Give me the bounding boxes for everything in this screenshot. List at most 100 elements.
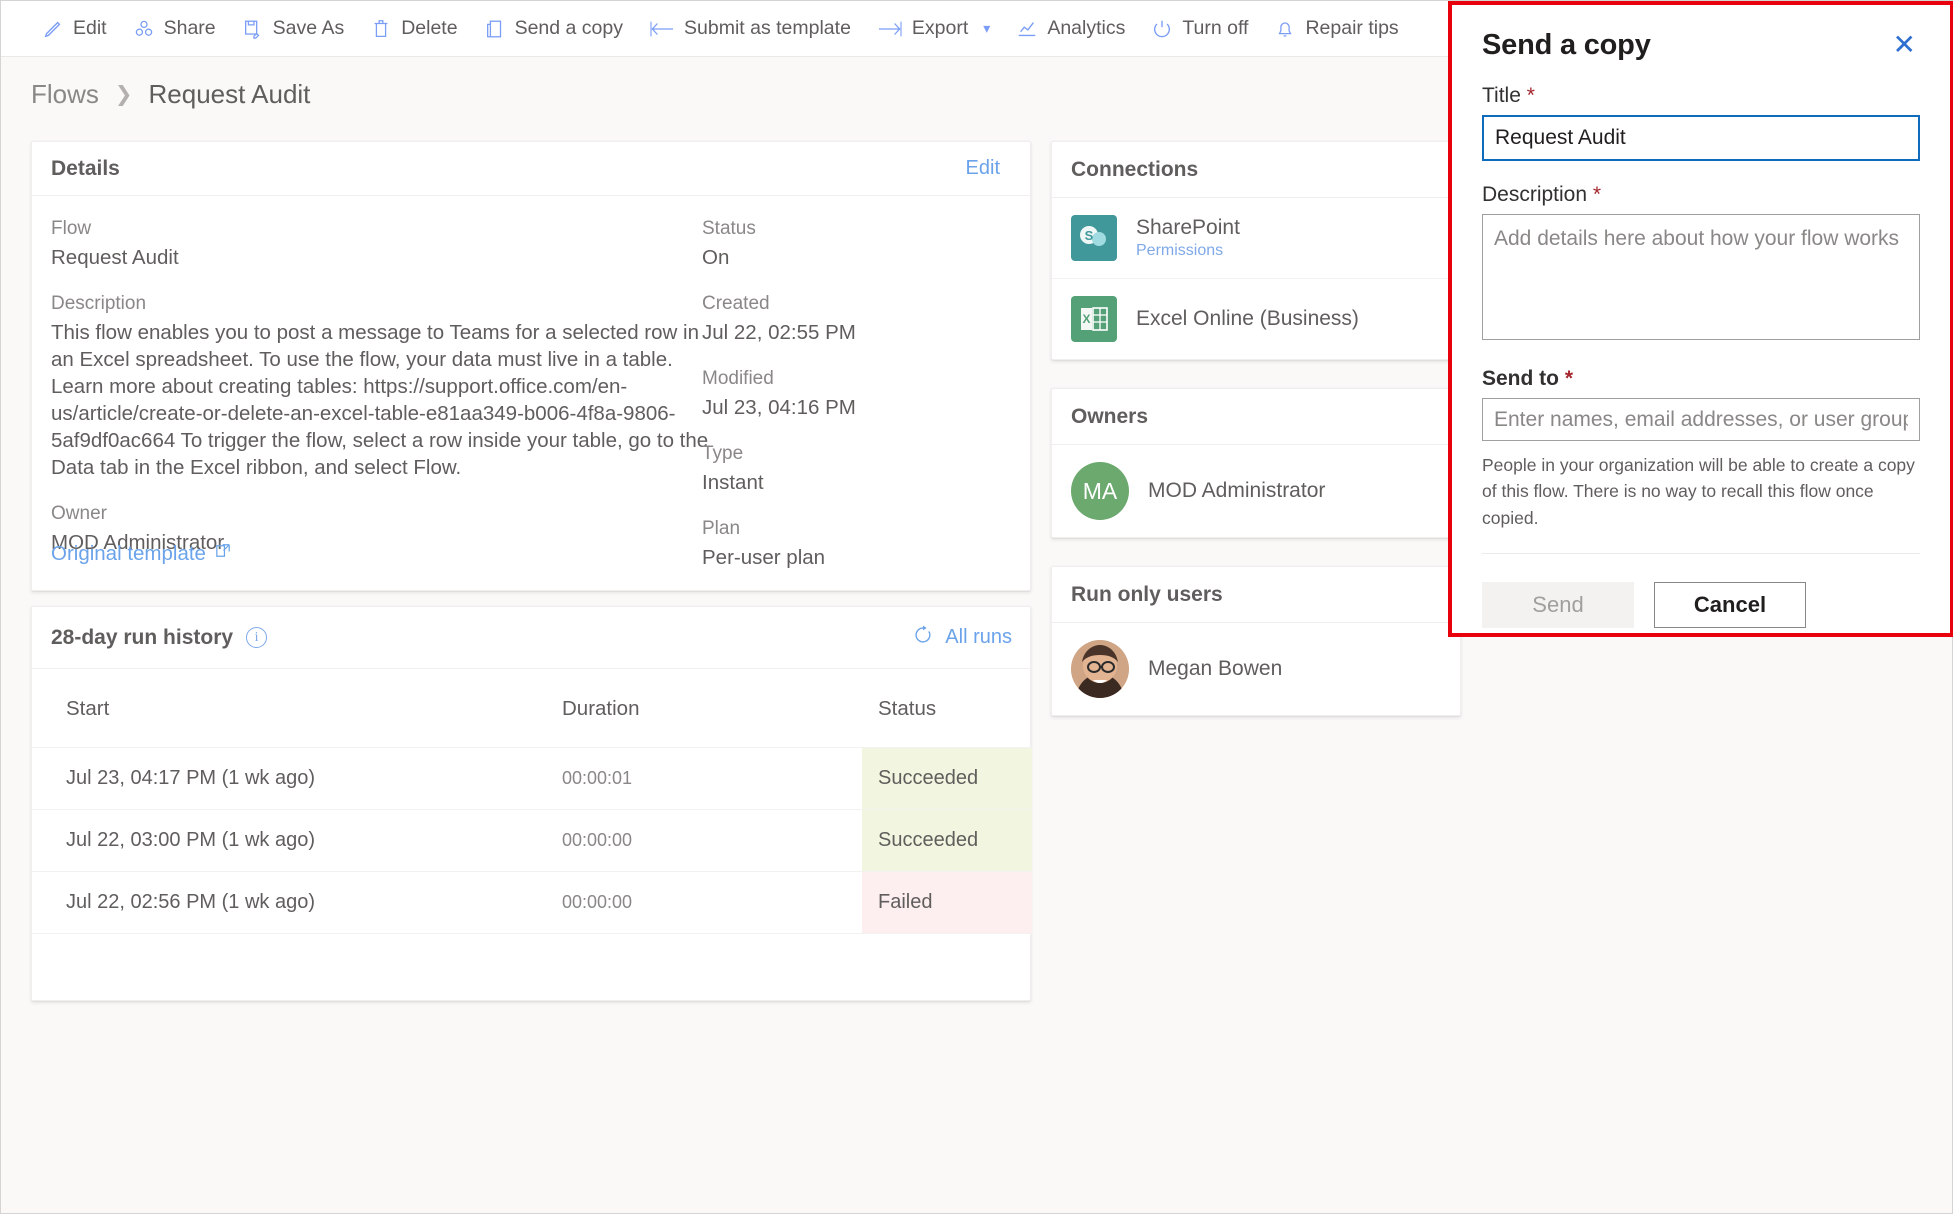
- run-only-user-item[interactable]: Megan Bowen: [1052, 623, 1460, 715]
- cancel-button[interactable]: Cancel: [1654, 581, 1806, 628]
- repair-tips-label: Repair tips: [1305, 17, 1399, 39]
- column-header-start[interactable]: Start: [32, 669, 562, 748]
- table-row[interactable]: Jul 23, 04:17 PM (1 wk ago) 00:00:01 Suc…: [32, 747, 1032, 810]
- run-only-user-name: Megan Bowen: [1148, 657, 1283, 680]
- field-flow: Flow Request Audit: [51, 218, 711, 271]
- column-header-duration[interactable]: Duration: [562, 669, 862, 748]
- export-button[interactable]: Export ▾: [864, 9, 1003, 49]
- cell-start: Jul 22, 03:00 PM (1 wk ago): [32, 809, 562, 872]
- pencil-icon: [42, 18, 64, 40]
- original-template-link[interactable]: Original template: [51, 541, 233, 566]
- send-button[interactable]: Send: [1482, 581, 1634, 628]
- analytics-label: Analytics: [1047, 17, 1126, 39]
- avatar: [1071, 640, 1129, 698]
- panel-actions: Send Cancel: [1482, 581, 1920, 628]
- share-label: Share: [163, 17, 216, 39]
- status-badge: Succeeded: [862, 747, 1032, 810]
- svg-text:S: S: [1085, 228, 1094, 243]
- turn-off-label: Turn off: [1182, 17, 1249, 39]
- all-runs-link[interactable]: All runs: [912, 624, 1012, 652]
- page-title: Request Audit: [148, 78, 311, 109]
- all-runs-label: All runs: [945, 626, 1012, 648]
- save-as-button[interactable]: Save As: [229, 9, 358, 49]
- details-edit-link[interactable]: Edit: [966, 157, 1000, 180]
- run-history-card: 28-day run history i All runs Start Dura…: [31, 606, 1032, 1001]
- field-plan: Plan Per-user plan: [702, 518, 1002, 571]
- field-created-value: Jul 22, 02:55 PM: [702, 321, 856, 345]
- submit-arrow-icon: [649, 18, 675, 40]
- share-button[interactable]: Share: [120, 9, 229, 49]
- excel-icon: X: [1071, 296, 1117, 342]
- column-header-status[interactable]: Status: [862, 669, 1032, 748]
- details-title: Details: [51, 156, 120, 180]
- field-status: Status On: [702, 218, 1002, 271]
- trash-icon: [370, 18, 392, 40]
- table-header-row: Start Duration Status: [32, 669, 1032, 748]
- save-as-label: Save As: [272, 17, 345, 39]
- edit-button[interactable]: Edit: [29, 9, 120, 49]
- analytics-button[interactable]: Analytics: [1003, 9, 1138, 49]
- run-history-table: Start Duration Status Jul 23, 04:17 PM (…: [32, 669, 1032, 934]
- field-description: Description This flow enables you to pos…: [51, 293, 711, 481]
- description-input[interactable]: [1482, 214, 1920, 340]
- description-field-label: Description *: [1482, 183, 1920, 207]
- owner-item[interactable]: MA MOD Administrator: [1052, 445, 1460, 537]
- panel-header: Send a copy ✕: [1482, 29, 1920, 62]
- export-label: Export: [911, 17, 969, 39]
- required-asterisk: *: [1564, 367, 1574, 390]
- field-type: Type Instant: [702, 443, 1002, 496]
- app-window: Edit Share Save As Delete Send a copy Su…: [0, 0, 1953, 1214]
- run-only-users-title: Run only users: [1071, 582, 1223, 606]
- title-field-label: Title *: [1482, 84, 1920, 108]
- send-a-copy-label: Send a copy: [514, 17, 623, 39]
- connection-text-group: SharePoint Permissions: [1136, 216, 1240, 260]
- delete-label: Delete: [401, 17, 458, 39]
- submit-as-template-label: Submit as template: [684, 17, 851, 39]
- connection-item-excel[interactable]: X Excel Online (Business): [1052, 279, 1460, 359]
- connection-permissions-link[interactable]: Permissions: [1136, 242, 1240, 260]
- repair-tips-button[interactable]: Repair tips: [1261, 9, 1411, 49]
- connections-header: Connections: [1052, 142, 1460, 198]
- divider: [1482, 552, 1920, 554]
- connection-item-sharepoint[interactable]: S SharePoint Permissions: [1052, 198, 1460, 279]
- save-as-icon: [242, 18, 264, 40]
- chevron-right-icon: ❯: [114, 82, 133, 106]
- table-row[interactable]: Jul 22, 03:00 PM (1 wk ago) 00:00:00 Suc…: [32, 809, 1032, 872]
- field-description-label: Description: [51, 293, 147, 315]
- info-icon[interactable]: i: [246, 627, 268, 648]
- run-only-users-header: Run only users: [1052, 567, 1460, 623]
- run-history-thead: Start Duration Status: [32, 669, 1032, 748]
- owners-header: Owners: [1052, 389, 1460, 445]
- status-badge: Failed: [862, 871, 1032, 934]
- delete-button[interactable]: Delete: [357, 9, 470, 49]
- field-modified-label: Modified: [702, 368, 774, 390]
- field-plan-value: Per-user plan: [702, 546, 826, 570]
- field-created-label: Created: [702, 293, 770, 315]
- turn-off-button[interactable]: Turn off: [1138, 9, 1261, 49]
- cell-start: Jul 23, 04:17 PM (1 wk ago): [32, 747, 562, 810]
- field-modified-value: Jul 23, 04:16 PM: [702, 396, 856, 420]
- share-icon: [133, 18, 155, 40]
- cell-start: Jul 22, 02:56 PM (1 wk ago): [32, 871, 562, 934]
- send-a-copy-button[interactable]: Send a copy: [471, 9, 636, 49]
- field-flow-label: Flow: [51, 218, 92, 239]
- details-card: Details Edit Flow Request Audit Descript…: [31, 141, 1031, 591]
- submit-as-template-button[interactable]: Submit as template: [636, 9, 864, 49]
- run-history-header: 28-day run history i All runs: [32, 607, 1030, 669]
- close-icon[interactable]: ✕: [1889, 29, 1920, 61]
- avatar: MA: [1071, 462, 1129, 520]
- connections-title: Connections: [1071, 157, 1199, 181]
- refresh-icon: [912, 624, 934, 652]
- field-plan-label: Plan: [702, 518, 741, 540]
- connections-card: Connections S SharePoint Permissions X E: [1051, 141, 1461, 360]
- cell-duration: 00:00:01: [562, 747, 862, 810]
- table-row[interactable]: Jul 22, 02:56 PM (1 wk ago) 00:00:00 Fai…: [32, 871, 1032, 934]
- field-status-value: On: [702, 246, 730, 269]
- details-right-column: Status On Created Jul 22, 02:55 PM Modif…: [702, 218, 1002, 593]
- title-input[interactable]: [1482, 115, 1920, 161]
- field-type-label: Type: [702, 443, 744, 465]
- original-template-label: Original template: [51, 541, 206, 565]
- sendto-input[interactable]: [1482, 398, 1920, 441]
- cell-duration: 00:00:00: [562, 809, 862, 872]
- breadcrumb-flows[interactable]: Flows: [31, 79, 99, 110]
